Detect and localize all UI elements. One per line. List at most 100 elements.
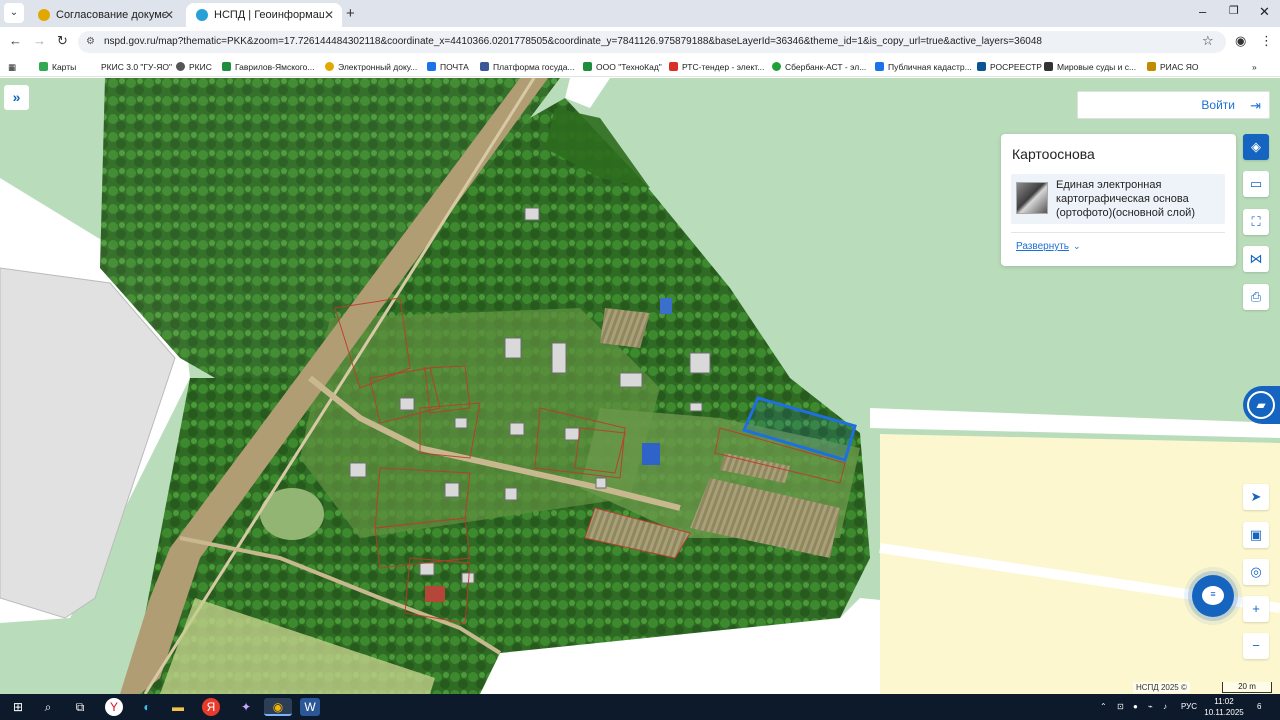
new-tab-button[interactable]: + xyxy=(346,6,355,21)
forward-icon[interactable]: → xyxy=(33,33,46,48)
browser-tab-active[interactable]: НСПД | Геоинформационный ✕ xyxy=(186,3,342,27)
building-blue-roof xyxy=(660,298,672,314)
bookmark-sberbank-ast[interactable]: Сбербанк-АСТ - эл... xyxy=(772,59,866,75)
bookmark-rts-tender[interactable]: РТС-тендер - элект... xyxy=(669,59,764,75)
agri-zone xyxy=(880,434,1280,694)
expand-link[interactable]: Развернуть ⌄ xyxy=(1016,241,1081,252)
map-canvas[interactable]: » Войти ⇥ Картооснова Единая электронная… xyxy=(0,78,1280,694)
bookmark-gov-platform[interactable]: Платформа госуда... xyxy=(480,59,575,75)
task-view-icon[interactable]: ⧉ xyxy=(70,698,90,716)
bookmark-rkis[interactable]: РКИС xyxy=(176,59,212,75)
chrome-icon[interactable]: ◉ xyxy=(264,698,292,716)
layer-name: Единая электронная картографическая осно… xyxy=(1056,179,1195,219)
site-info-icon[interactable]: ⚙ xyxy=(86,31,95,53)
cadastral-map-icon: ▰ xyxy=(1247,391,1275,419)
select-area-icon[interactable]: ⛶ xyxy=(1243,209,1269,235)
bookmark-rias[interactable]: РИАС ЯО xyxy=(1147,59,1199,75)
taskbar: ⊞ ⌕ ⧉ Y ◐ ▬ Я ✦ ◉ W ⌃ ⊡ ● ⌁ ♪ РУС 11:02 … xyxy=(0,694,1280,720)
clock-date: 10.11.2025 xyxy=(1204,708,1244,717)
building-red-roof xyxy=(425,586,445,602)
profile-icon[interactable]: ◉ xyxy=(1235,33,1246,49)
tab-title: НСПД | Геоинформационный xyxy=(214,9,324,22)
scale-bar: 20 m xyxy=(1222,682,1272,693)
reload-icon[interactable]: ↻ xyxy=(57,33,68,49)
site-favicon-icon xyxy=(583,62,592,71)
emblem-icon xyxy=(480,62,489,71)
picture-in-picture-icon[interactable]: ▣ xyxy=(1243,522,1269,548)
yandex-browser-icon[interactable]: Y xyxy=(105,698,123,716)
zoom-out-button[interactable]: − xyxy=(1243,633,1269,659)
browser-menu-icon[interactable]: ⋮ xyxy=(1260,33,1273,49)
back-icon[interactable]: ← xyxy=(9,33,22,48)
browser-tab[interactable]: Согласование документов : Н ✕ xyxy=(28,3,182,27)
bookmark-technokad[interactable]: ООО "ТехноКад" xyxy=(583,59,662,75)
print-icon[interactable]: ⎙ xyxy=(1243,284,1269,310)
expand-label: Развернуть xyxy=(1016,241,1070,252)
tray-chevron-icon[interactable]: ⌃ xyxy=(1100,694,1107,720)
site-favicon-icon xyxy=(772,62,781,71)
app-icon[interactable]: ✦ xyxy=(236,698,256,716)
close-tab-icon[interactable]: ✕ xyxy=(324,3,334,27)
bookmark-public-cadastral[interactable]: Публичная кадастр... xyxy=(875,59,972,75)
chat-button[interactable]: ≡ xyxy=(1192,575,1234,617)
chat-bubble-icon: ≡ xyxy=(1202,586,1224,605)
login-label: Войти xyxy=(1201,98,1235,112)
bookmark-edoc[interactable]: Электронный доку... xyxy=(325,59,417,75)
site-favicon-icon xyxy=(669,62,678,71)
nspd-favicon-icon xyxy=(196,9,208,22)
bookmarks-bar: ▦ Карты РКИС 3.0 "ГУ-ЯО" РКИС Гаврилов-Я… xyxy=(0,57,1280,77)
volume-icon[interactable]: ♪ xyxy=(1163,694,1167,720)
expand-sidebar-button[interactable]: » xyxy=(4,85,29,110)
tab-title: Согласование документов : Н xyxy=(56,9,166,22)
bookmark-star-icon[interactable]: ☆ xyxy=(1202,33,1214,49)
mail-icon xyxy=(427,62,436,71)
document-favicon-icon xyxy=(38,9,50,22)
basemap-layer-item[interactable]: Единая электронная картографическая осно… xyxy=(1011,174,1225,224)
layer-thumbnail xyxy=(1016,182,1048,214)
close-window-icon[interactable]: ✕ xyxy=(1259,4,1270,20)
panel-title: Картооснова xyxy=(1012,146,1095,162)
site-favicon-icon xyxy=(1147,62,1156,71)
apps-grid-icon[interactable]: ▦ xyxy=(8,59,16,75)
address-bar-row: ← → ↻ ⚙ nspd.gov.ru/map?thematic=PKK&zoo… xyxy=(0,27,1280,57)
tab-search-chevron-icon[interactable]: ⌄ xyxy=(4,3,24,23)
zoom-in-button[interactable]: + xyxy=(1243,596,1269,622)
login-button[interactable]: Войти ⇥ xyxy=(1077,91,1270,119)
chevron-down-icon: ⌄ xyxy=(1073,241,1081,251)
map-pin-icon xyxy=(39,62,48,71)
scales-icon xyxy=(1044,62,1053,71)
power-icon[interactable]: ⌁ xyxy=(1148,694,1153,720)
url-field[interactable]: ⚙ nspd.gov.ru/map?thematic=PKK&zoom=17.7… xyxy=(78,31,1226,53)
bookmark-maps[interactable]: Карты xyxy=(39,59,76,75)
network-icon[interactable]: ⊡ xyxy=(1117,694,1124,720)
system-clock[interactable]: 11:02 10.11.2025 xyxy=(1200,696,1248,718)
more-bookmarks-icon[interactable]: » xyxy=(1252,59,1257,75)
bookmark-mail[interactable]: ПОЧТА xyxy=(427,59,469,75)
word-icon[interactable]: W xyxy=(300,698,320,716)
edge-icon[interactable]: ◐ xyxy=(137,698,157,716)
site-favicon-icon xyxy=(875,62,884,71)
search-icon[interactable]: ⌕ xyxy=(38,698,58,716)
share-icon[interactable]: ⋈ xyxy=(1243,246,1269,272)
yandex-icon[interactable]: Я xyxy=(202,698,220,716)
close-tab-icon[interactable]: ✕ xyxy=(164,3,174,27)
bookmark-rosreestr[interactable]: РОСРЕЕСТР xyxy=(977,59,1042,75)
login-icon: ⇥ xyxy=(1250,98,1261,113)
minimize-icon[interactable]: – xyxy=(1199,4,1206,19)
bookmark-rkis3[interactable]: РКИС 3.0 "ГУ-ЯО" xyxy=(88,59,172,75)
restore-icon[interactable]: ❐ xyxy=(1229,4,1239,17)
bookmark-gavrilov-yam[interactable]: Гаврилов-Ямского... xyxy=(222,59,314,75)
input-language[interactable]: РУС xyxy=(1181,694,1197,720)
notifications-badge[interactable]: 6 xyxy=(1257,694,1261,720)
ruler-icon[interactable]: ▭ xyxy=(1243,171,1269,197)
windows-start-icon[interactable]: ⊞ xyxy=(8,698,28,716)
locate-direction-icon[interactable]: ➤ xyxy=(1243,484,1269,510)
site-favicon-icon xyxy=(325,62,334,71)
map-copyright: НСПД 2025 © xyxy=(1133,682,1190,693)
geolocation-icon[interactable]: ◎ xyxy=(1243,559,1269,585)
bookmark-courts[interactable]: Мировые суды и с... xyxy=(1044,59,1136,75)
layers-icon[interactable]: ◈ xyxy=(1243,134,1269,160)
file-explorer-icon[interactable]: ▬ xyxy=(168,698,188,716)
microphone-icon[interactable]: ● xyxy=(1133,694,1138,720)
cadastral-layer-toggle[interactable]: ▰ xyxy=(1243,386,1280,424)
